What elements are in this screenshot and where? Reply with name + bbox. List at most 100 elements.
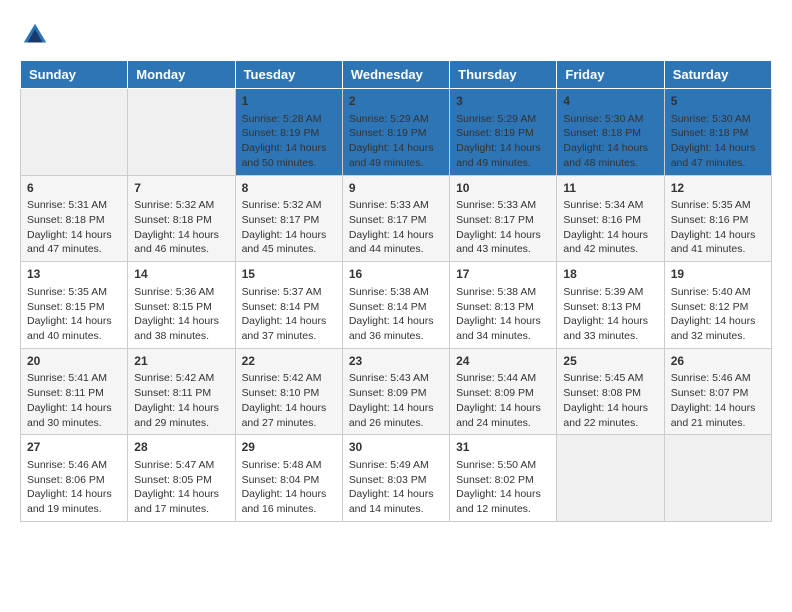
sunset-text: Sunset: 8:17 PM	[456, 213, 550, 228]
sunset-text: Sunset: 8:10 PM	[242, 386, 336, 401]
calendar-cell: 22Sunrise: 5:42 AMSunset: 8:10 PMDayligh…	[235, 348, 342, 435]
cell-content: 17Sunrise: 5:38 AMSunset: 8:13 PMDayligh…	[456, 266, 550, 344]
sunset-text: Sunset: 8:07 PM	[671, 386, 765, 401]
daylight-text: Daylight: 14 hours and 47 minutes.	[27, 228, 121, 257]
sunset-text: Sunset: 8:16 PM	[671, 213, 765, 228]
day-number: 24	[456, 353, 550, 370]
sunrise-text: Sunrise: 5:46 AM	[671, 371, 765, 386]
day-number: 15	[242, 266, 336, 283]
day-header-sunday: Sunday	[21, 61, 128, 89]
cell-content: 5Sunrise: 5:30 AMSunset: 8:18 PMDaylight…	[671, 93, 765, 171]
sunrise-text: Sunrise: 5:47 AM	[134, 458, 228, 473]
sunrise-text: Sunrise: 5:42 AM	[134, 371, 228, 386]
sunrise-text: Sunrise: 5:36 AM	[134, 285, 228, 300]
cell-content: 28Sunrise: 5:47 AMSunset: 8:05 PMDayligh…	[134, 439, 228, 517]
day-number: 16	[349, 266, 443, 283]
day-number: 26	[671, 353, 765, 370]
day-header-thursday: Thursday	[450, 61, 557, 89]
calendar-cell: 26Sunrise: 5:46 AMSunset: 8:07 PMDayligh…	[664, 348, 771, 435]
calendar-cell: 19Sunrise: 5:40 AMSunset: 8:12 PMDayligh…	[664, 262, 771, 349]
cell-content: 20Sunrise: 5:41 AMSunset: 8:11 PMDayligh…	[27, 353, 121, 431]
daylight-text: Daylight: 14 hours and 32 minutes.	[671, 314, 765, 343]
header-row: SundayMondayTuesdayWednesdayThursdayFrid…	[21, 61, 772, 89]
day-header-wednesday: Wednesday	[342, 61, 449, 89]
cell-content: 25Sunrise: 5:45 AMSunset: 8:08 PMDayligh…	[563, 353, 657, 431]
sunrise-text: Sunrise: 5:29 AM	[456, 112, 550, 127]
cell-content: 21Sunrise: 5:42 AMSunset: 8:11 PMDayligh…	[134, 353, 228, 431]
daylight-text: Daylight: 14 hours and 43 minutes.	[456, 228, 550, 257]
day-number: 25	[563, 353, 657, 370]
daylight-text: Daylight: 14 hours and 27 minutes.	[242, 401, 336, 430]
day-number: 21	[134, 353, 228, 370]
calendar-cell: 20Sunrise: 5:41 AMSunset: 8:11 PMDayligh…	[21, 348, 128, 435]
calendar-cell: 23Sunrise: 5:43 AMSunset: 8:09 PMDayligh…	[342, 348, 449, 435]
calendar-cell	[664, 435, 771, 522]
sunrise-text: Sunrise: 5:46 AM	[27, 458, 121, 473]
daylight-text: Daylight: 14 hours and 26 minutes.	[349, 401, 443, 430]
calendar-cell: 15Sunrise: 5:37 AMSunset: 8:14 PMDayligh…	[235, 262, 342, 349]
sunrise-text: Sunrise: 5:32 AM	[242, 198, 336, 213]
sunset-text: Sunset: 8:04 PM	[242, 473, 336, 488]
daylight-text: Daylight: 14 hours and 48 minutes.	[563, 141, 657, 170]
cell-content: 22Sunrise: 5:42 AMSunset: 8:10 PMDayligh…	[242, 353, 336, 431]
daylight-text: Daylight: 14 hours and 33 minutes.	[563, 314, 657, 343]
cell-content: 1Sunrise: 5:28 AMSunset: 8:19 PMDaylight…	[242, 93, 336, 171]
sunset-text: Sunset: 8:03 PM	[349, 473, 443, 488]
daylight-text: Daylight: 14 hours and 38 minutes.	[134, 314, 228, 343]
sunset-text: Sunset: 8:14 PM	[242, 300, 336, 315]
day-number: 23	[349, 353, 443, 370]
daylight-text: Daylight: 14 hours and 47 minutes.	[671, 141, 765, 170]
sunset-text: Sunset: 8:08 PM	[563, 386, 657, 401]
calendar-cell: 24Sunrise: 5:44 AMSunset: 8:09 PMDayligh…	[450, 348, 557, 435]
calendar-cell: 12Sunrise: 5:35 AMSunset: 8:16 PMDayligh…	[664, 175, 771, 262]
sunset-text: Sunset: 8:06 PM	[27, 473, 121, 488]
week-row-3: 13Sunrise: 5:35 AMSunset: 8:15 PMDayligh…	[21, 262, 772, 349]
page-header	[20, 20, 772, 50]
day-number: 8	[242, 180, 336, 197]
day-number: 2	[349, 93, 443, 110]
sunrise-text: Sunrise: 5:48 AM	[242, 458, 336, 473]
daylight-text: Daylight: 14 hours and 29 minutes.	[134, 401, 228, 430]
calendar-cell: 1Sunrise: 5:28 AMSunset: 8:19 PMDaylight…	[235, 89, 342, 176]
calendar-cell: 5Sunrise: 5:30 AMSunset: 8:18 PMDaylight…	[664, 89, 771, 176]
daylight-text: Daylight: 14 hours and 19 minutes.	[27, 487, 121, 516]
sunrise-text: Sunrise: 5:43 AM	[349, 371, 443, 386]
daylight-text: Daylight: 14 hours and 49 minutes.	[349, 141, 443, 170]
calendar-cell	[128, 89, 235, 176]
cell-content: 24Sunrise: 5:44 AMSunset: 8:09 PMDayligh…	[456, 353, 550, 431]
daylight-text: Daylight: 14 hours and 21 minutes.	[671, 401, 765, 430]
calendar-cell: 11Sunrise: 5:34 AMSunset: 8:16 PMDayligh…	[557, 175, 664, 262]
sunset-text: Sunset: 8:09 PM	[456, 386, 550, 401]
day-number: 22	[242, 353, 336, 370]
daylight-text: Daylight: 14 hours and 22 minutes.	[563, 401, 657, 430]
calendar-cell: 30Sunrise: 5:49 AMSunset: 8:03 PMDayligh…	[342, 435, 449, 522]
sunset-text: Sunset: 8:09 PM	[349, 386, 443, 401]
cell-content: 2Sunrise: 5:29 AMSunset: 8:19 PMDaylight…	[349, 93, 443, 171]
sunrise-text: Sunrise: 5:30 AM	[671, 112, 765, 127]
sunrise-text: Sunrise: 5:33 AM	[349, 198, 443, 213]
day-header-saturday: Saturday	[664, 61, 771, 89]
calendar-cell: 27Sunrise: 5:46 AMSunset: 8:06 PMDayligh…	[21, 435, 128, 522]
sunset-text: Sunset: 8:02 PM	[456, 473, 550, 488]
daylight-text: Daylight: 14 hours and 34 minutes.	[456, 314, 550, 343]
sunset-text: Sunset: 8:11 PM	[27, 386, 121, 401]
day-number: 5	[671, 93, 765, 110]
day-number: 17	[456, 266, 550, 283]
sunrise-text: Sunrise: 5:33 AM	[456, 198, 550, 213]
logo	[20, 20, 54, 50]
calendar-cell: 14Sunrise: 5:36 AMSunset: 8:15 PMDayligh…	[128, 262, 235, 349]
cell-content: 29Sunrise: 5:48 AMSunset: 8:04 PMDayligh…	[242, 439, 336, 517]
cell-content: 16Sunrise: 5:38 AMSunset: 8:14 PMDayligh…	[349, 266, 443, 344]
sunrise-text: Sunrise: 5:40 AM	[671, 285, 765, 300]
daylight-text: Daylight: 14 hours and 45 minutes.	[242, 228, 336, 257]
sunset-text: Sunset: 8:12 PM	[671, 300, 765, 315]
calendar-cell: 16Sunrise: 5:38 AMSunset: 8:14 PMDayligh…	[342, 262, 449, 349]
day-number: 12	[671, 180, 765, 197]
calendar-cell: 10Sunrise: 5:33 AMSunset: 8:17 PMDayligh…	[450, 175, 557, 262]
cell-content: 19Sunrise: 5:40 AMSunset: 8:12 PMDayligh…	[671, 266, 765, 344]
sunset-text: Sunset: 8:17 PM	[242, 213, 336, 228]
day-header-friday: Friday	[557, 61, 664, 89]
calendar-cell	[557, 435, 664, 522]
sunset-text: Sunset: 8:15 PM	[27, 300, 121, 315]
sunrise-text: Sunrise: 5:50 AM	[456, 458, 550, 473]
